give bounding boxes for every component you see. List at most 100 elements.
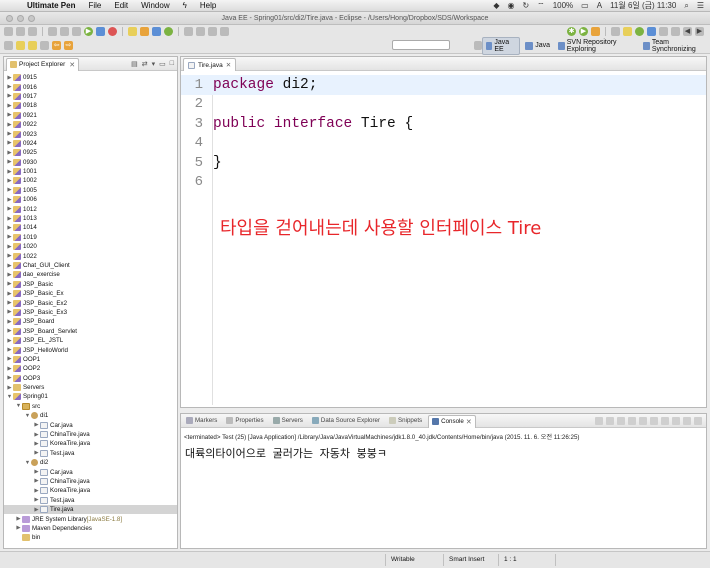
expand-right-icon[interactable]: ▶ (6, 291, 13, 297)
tree-item[interactable]: ▶ JSP_Basic (4, 280, 177, 289)
tree-item[interactable]: ▶ KoreaTire.java (4, 439, 177, 448)
tree-item[interactable]: ▶ Car.java (4, 420, 177, 429)
view-menu-icon[interactable]: ▾ (152, 60, 156, 68)
annotation-icon[interactable] (28, 40, 37, 50)
expand-right-icon[interactable]: ▶ (6, 178, 13, 184)
expand-right-icon[interactable]: ▶ (6, 140, 13, 146)
expand-right-icon[interactable]: ▶ (6, 356, 13, 362)
code-line[interactable]: 5} (181, 153, 706, 173)
sync-icon[interactable]: ↻ (522, 1, 529, 10)
expand-right-icon[interactable]: ▶ (6, 216, 13, 222)
wizard-icon[interactable] (72, 26, 81, 36)
search-icon[interactable] (128, 26, 137, 36)
minimize-icon[interactable] (683, 416, 691, 425)
code-line[interactable]: 4 (181, 134, 706, 154)
expand-right-icon[interactable]: ▶ (33, 469, 40, 475)
expand-right-icon[interactable]: ▶ (33, 441, 40, 447)
tree-item[interactable]: ▶ Maven Dependencies (4, 524, 177, 533)
tree-item[interactable]: ▶ JSP_Board (4, 317, 177, 326)
expand-right-icon[interactable]: ▶ (33, 432, 40, 438)
display-console-icon[interactable] (661, 416, 669, 425)
tree-item[interactable]: ▶ 0922 (4, 120, 177, 129)
run-external-icon[interactable] (591, 26, 600, 36)
new-java-class-icon[interactable] (635, 26, 644, 36)
expand-right-icon[interactable]: ▶ (6, 328, 13, 334)
expand-down-icon[interactable]: ▼ (6, 394, 13, 400)
expand-right-icon[interactable]: ▶ (6, 309, 13, 315)
tree-item[interactable]: ▼ Spring01 (4, 392, 177, 401)
expand-right-icon[interactable]: ▶ (15, 525, 22, 531)
code-line[interactable]: 1 package di2; (181, 75, 706, 95)
new-icon[interactable] (4, 26, 13, 36)
search-file-icon[interactable] (220, 26, 229, 36)
tree-item[interactable]: ▶ 1020 (4, 242, 177, 251)
tree-item[interactable]: ▶ 0915 (4, 73, 177, 82)
tree-item[interactable]: ▶ 0921 (4, 111, 177, 120)
expand-right-icon[interactable]: ▶ (6, 150, 13, 156)
perspective-team-sync[interactable]: Team Synchronizing (640, 38, 708, 54)
forward-icon[interactable]: ▶ (695, 26, 704, 36)
dropbox-icon[interactable]: ◆ (493, 1, 499, 10)
tree-item[interactable]: ▶ JSP_Basic_Ex3 (4, 308, 177, 317)
tree-item[interactable]: ▶ 1006 (4, 195, 177, 204)
new-package-icon[interactable] (623, 26, 632, 36)
link-icon[interactable] (16, 40, 25, 50)
tree-item[interactable]: bin (4, 533, 177, 542)
tree-item[interactable]: ▶ 0917 (4, 92, 177, 101)
tree-item[interactable]: ▶ 1001 (4, 167, 177, 176)
console-output[interactable]: 대륙의타이어으로 굴러가는 자동차 붕붕ㅋ (181, 443, 706, 463)
perspective-svn[interactable]: SVN Repository Exploring (555, 38, 638, 54)
battery-icon[interactable]: ▭ (581, 1, 589, 10)
expand-right-icon[interactable]: ▶ (6, 234, 13, 240)
expand-right-icon[interactable]: ▶ (6, 375, 13, 381)
eye-icon[interactable]: ◉ (507, 1, 514, 10)
open-task-icon[interactable] (208, 26, 217, 36)
open-type-icon[interactable] (196, 26, 205, 36)
expand-right-icon[interactable]: ▶ (6, 131, 13, 137)
code-line[interactable]: 2 (181, 95, 706, 115)
tree-item[interactable]: ▶ OOP2 (4, 364, 177, 373)
tab-servers[interactable]: Servers (270, 414, 306, 427)
tree-item[interactable]: ▼ src (4, 402, 177, 411)
tree-item[interactable]: ▶ OOP3 (4, 374, 177, 383)
zoom-window-button[interactable] (28, 15, 35, 22)
expand-right-icon[interactable]: ▶ (6, 225, 13, 231)
remove-launch-icon[interactable] (606, 416, 614, 425)
close-icon[interactable]: ✕ (226, 61, 231, 69)
terminate-icon[interactable] (595, 416, 603, 425)
stop-icon[interactable] (108, 26, 117, 36)
tree-item[interactable]: ▶ dao_exercise (4, 270, 177, 279)
open-perspective-button[interactable] (474, 41, 482, 50)
tree-item[interactable]: ▶ ChinaTire.java (4, 477, 177, 486)
gear-icon[interactable] (4, 40, 13, 50)
tree-item[interactable]: ▶ 0916 (4, 82, 177, 91)
tree-item[interactable]: ▶ 1013 (4, 214, 177, 223)
expand-right-icon[interactable]: ▶ (33, 478, 40, 484)
run-icon[interactable]: ▶ (579, 26, 588, 36)
menu-app-name[interactable]: Ultimate Pen (27, 1, 75, 10)
back-icon[interactable]: ◀ (683, 26, 692, 36)
navigate-icon[interactable] (40, 40, 49, 50)
input-source-icon[interactable]: A (597, 1, 602, 10)
history-forward-icon[interactable]: ⇨ (64, 40, 73, 50)
expand-right-icon[interactable]: ▶ (6, 112, 13, 118)
new-class-icon[interactable] (164, 26, 173, 36)
tree-item[interactable]: ▶ JSP_EL_JSTL (4, 336, 177, 345)
tree-item[interactable]: ▶ Servers (4, 383, 177, 392)
tab-snippets[interactable]: Snippets (386, 414, 425, 427)
expand-right-icon[interactable]: ▶ (6, 244, 13, 250)
wifi-icon[interactable]: ⌔ (537, 1, 545, 11)
tree-item[interactable]: ▶ 0924 (4, 139, 177, 148)
tree-item[interactable]: ▶ Car.java (4, 467, 177, 476)
open-console-icon[interactable] (672, 416, 680, 425)
tab-console[interactable]: Console ✕ (428, 414, 476, 428)
tab-markers[interactable]: Markers (183, 414, 220, 427)
expand-right-icon[interactable]: ▶ (6, 84, 13, 90)
expand-down-icon[interactable]: ▼ (24, 413, 31, 419)
expand-down-icon[interactable]: ▼ (24, 460, 31, 466)
debug-server-icon[interactable] (96, 26, 105, 36)
tree-item[interactable]: ▶ 0923 (4, 129, 177, 138)
minimize-window-button[interactable] (17, 15, 24, 22)
tree-item[interactable]: ▶ Test.java (4, 496, 177, 505)
expand-right-icon[interactable]: ▶ (6, 93, 13, 99)
